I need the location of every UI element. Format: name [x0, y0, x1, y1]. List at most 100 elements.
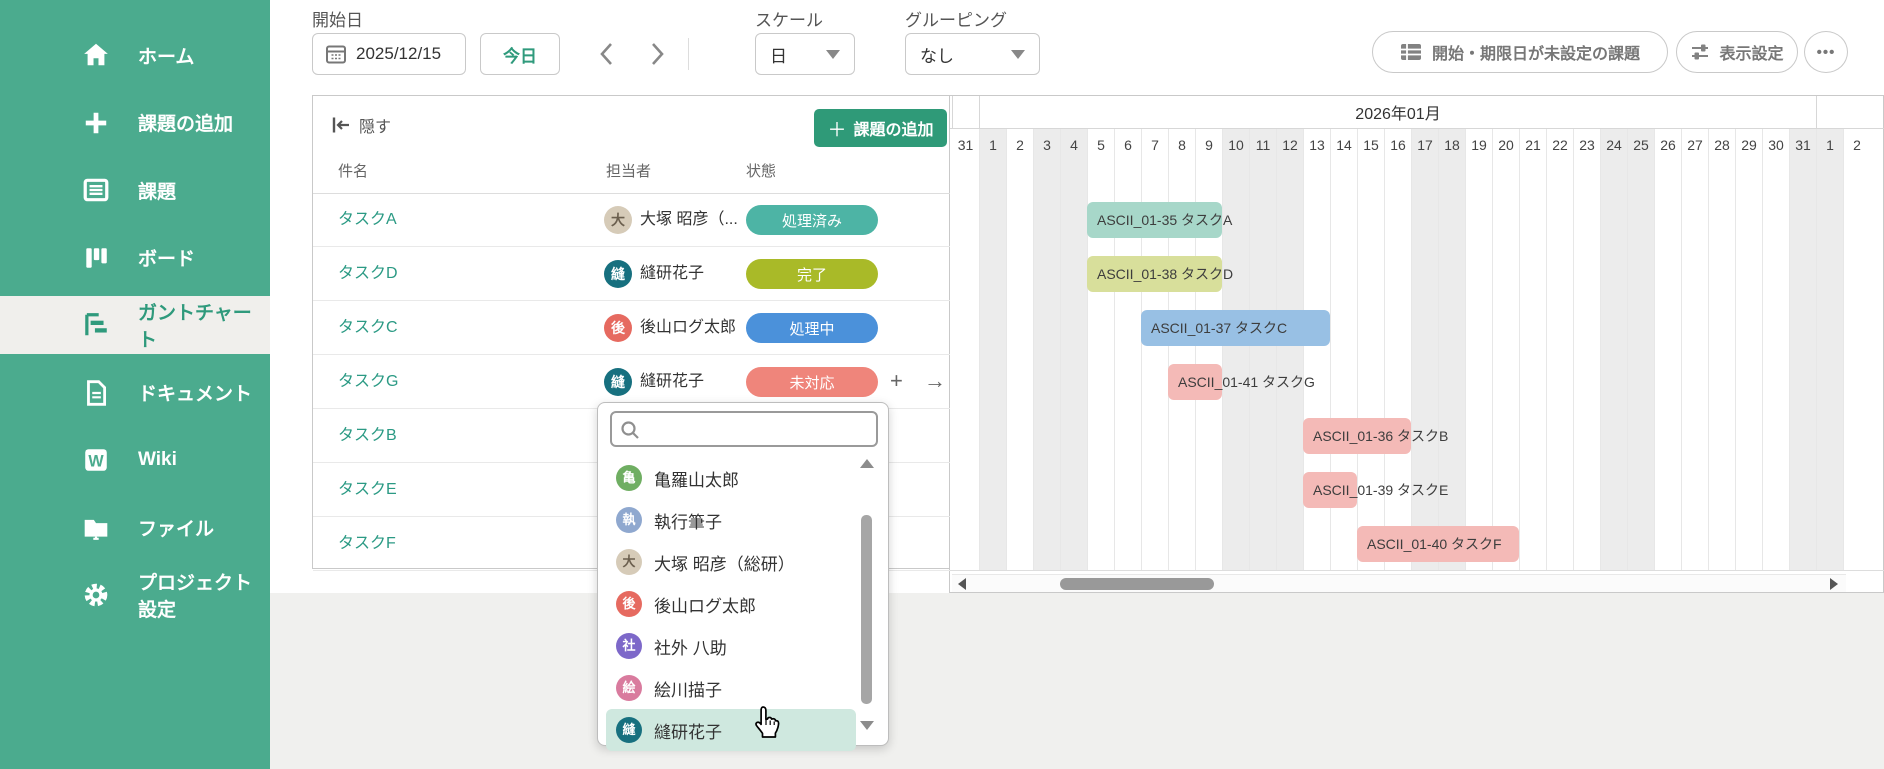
dropdown-scroll-up-icon[interactable] [860, 459, 874, 468]
issue-subject-link[interactable]: タスクD [338, 247, 398, 301]
day-column: 26 [1654, 129, 1681, 570]
day-number: 14 [1336, 137, 1352, 153]
day-number: 5 [1097, 137, 1105, 153]
dropdown-scroll-down-icon[interactable] [860, 721, 874, 730]
hide-panel-button[interactable]: 隠す [331, 113, 391, 137]
assignee-option-name: 縫研花子 [654, 722, 722, 742]
month-cell-next [1816, 96, 1884, 128]
day-column: 24 [1600, 129, 1627, 570]
goto-bar-icon[interactable]: → [924, 355, 946, 409]
day-column: 30 [1762, 129, 1789, 570]
assignee-dropdown: 亀亀羅山太郎執執行筆子大大塚 昭彦（総研）後後山ログ太郎社社外 八助絵絵川描子縫… [597, 402, 889, 751]
day-number: 25 [1633, 137, 1649, 153]
day-number: 30 [1768, 137, 1784, 153]
day-column: 31 [1789, 129, 1816, 570]
gantt-bar[interactable]: ASCII_01-36 タスクB [1303, 418, 1448, 454]
unset-dates-issues-label: 開始・期限日が未設定の課題 [1431, 46, 1640, 63]
gantt-bar[interactable]: ASCII_01-40 タスクF [1357, 526, 1519, 562]
gantt-bar[interactable]: ASCII_01-38 タスクD [1087, 256, 1233, 292]
status-badge[interactable]: 完了 [746, 259, 878, 289]
day-column: 18 [1438, 129, 1465, 570]
assignee-avatar: 縫 [604, 260, 632, 288]
sidebar-item-board[interactable]: ボード [0, 229, 270, 287]
assignee-option[interactable]: 亀亀羅山太郎 [606, 457, 856, 499]
scrollbar-thumb[interactable] [1060, 578, 1214, 590]
day-column: 27 [1681, 129, 1708, 570]
day-number: 1 [989, 137, 997, 153]
grouping-label: グルーピング [905, 11, 1007, 30]
day-number: 31 [1795, 137, 1811, 153]
day-number: 23 [1579, 137, 1595, 153]
grouping-value: なし [920, 46, 954, 66]
grouping-select[interactable]: なし [905, 33, 1040, 75]
sidebar-item-project-settings[interactable]: プロジェクト設定 [0, 566, 270, 624]
assignee-option-name: 大塚 昭彦（総研） [654, 554, 795, 574]
dropdown-scrollbar-thumb[interactable] [861, 515, 872, 704]
sidebar-item-label: ボード [138, 249, 196, 270]
gantt-horizontal-scrollbar[interactable] [952, 574, 1846, 592]
status-badge[interactable]: 処理済み [746, 205, 878, 235]
sidebar-item-files[interactable]: ファイル [0, 499, 270, 557]
assignee-option[interactable]: 社社外 八助 [606, 625, 856, 667]
assignee-option-avatar: 執 [616, 507, 642, 533]
next-arrow-icon[interactable] [646, 40, 668, 73]
gantt-bar[interactable]: ASCII_01-39 タスクE [1303, 472, 1448, 508]
day-number: 19 [1471, 137, 1487, 153]
start-date-input[interactable]: 2025/12/15 [312, 33, 466, 75]
day-number: 9 [1205, 137, 1213, 153]
issue-subject-link[interactable]: タスクC [338, 301, 398, 355]
more-options-button[interactable]: ••• [1804, 31, 1848, 73]
month-header: 2026年01月 [979, 96, 1816, 128]
prev-arrow-icon[interactable] [596, 40, 618, 73]
display-settings-button[interactable]: 表示設定 [1676, 31, 1798, 73]
sidebar-item-documents[interactable]: ドキュメント [0, 364, 270, 422]
assignee-search-input[interactable] [610, 411, 878, 447]
issue-subject-link[interactable]: タスクE [338, 463, 397, 517]
scale-select[interactable]: 日 [755, 33, 855, 75]
gantt-bar[interactable]: ASCII_01-41 タスクG [1168, 364, 1315, 400]
issue-subject-link[interactable]: タスクG [338, 355, 398, 409]
assignee-option[interactable]: 執執行筆子 [606, 499, 856, 541]
issue-subject-link[interactable]: タスクA [338, 193, 397, 247]
scroll-right-icon[interactable] [1830, 578, 1838, 590]
sidebar-item-issues[interactable]: 課題 [0, 161, 270, 219]
gantt-bar[interactable]: ASCII_01-37 タスクC [1141, 310, 1330, 346]
sidebar-item-wiki[interactable]: W Wiki [0, 431, 270, 489]
day-number: 13 [1309, 137, 1325, 153]
sidebar-item-label: ドキュメント [138, 384, 253, 405]
gantt-bar[interactable]: ASCII_01-35 タスクA [1087, 202, 1232, 238]
day-number: 12 [1282, 137, 1298, 153]
day-number: 10 [1228, 137, 1244, 153]
sidebar-item-label: ガントチャート [138, 303, 252, 351]
sidebar-item-label: プロジェクト設定 [138, 573, 253, 621]
day-column: 19 [1465, 129, 1492, 570]
assignee-option-avatar: 大 [616, 549, 642, 575]
assignee-option[interactable]: 縫縫研花子 [606, 709, 856, 751]
add-child-issue-icon[interactable]: + [890, 355, 903, 409]
assignee-name[interactable]: 縫研花子 [640, 355, 704, 409]
assignee-option-name: 絵川描子 [654, 680, 722, 700]
assignee-name[interactable]: 大塚 昭彦（... [640, 193, 738, 247]
day-column: 3 [1033, 129, 1060, 570]
assignee-name[interactable]: 後山ログ太郎 [640, 301, 736, 355]
issue-subject-link[interactable]: タスクB [338, 409, 397, 463]
add-issue-button[interactable]: ＋ 課題の追加 [814, 109, 947, 147]
assignee-option-name: 社外 八助 [654, 638, 727, 658]
sidebar-item-home[interactable]: ホーム [0, 26, 270, 84]
assignee-option[interactable]: 絵絵川描子 [606, 667, 856, 709]
sidebar-item-label: 課題 [138, 181, 177, 203]
sidebar-item-gantt[interactable]: ガントチャート [0, 296, 270, 354]
today-button[interactable]: 今日 [480, 33, 560, 75]
status-badge[interactable]: 未対応 [746, 367, 878, 397]
status-badge[interactable]: 処理中 [746, 313, 878, 343]
assignee-option[interactable]: 後後山ログ太郎 [606, 583, 856, 625]
table-row: タスクA 大大塚 昭彦（... 処理済み [313, 193, 950, 247]
assignee-option-avatar: 縫 [616, 717, 642, 743]
issue-subject-link[interactable]: タスクF [338, 517, 396, 571]
assignee-name[interactable]: 縫研花子 [640, 247, 704, 301]
day-number: 4 [1070, 137, 1078, 153]
assignee-option[interactable]: 大大塚 昭彦（総研） [606, 541, 856, 583]
scroll-left-icon[interactable] [958, 578, 966, 590]
unset-dates-issues-button[interactable]: 開始・期限日が未設定の課題 [1372, 31, 1668, 73]
sidebar-item-add-issue[interactable]: 課題の追加 [0, 94, 270, 152]
